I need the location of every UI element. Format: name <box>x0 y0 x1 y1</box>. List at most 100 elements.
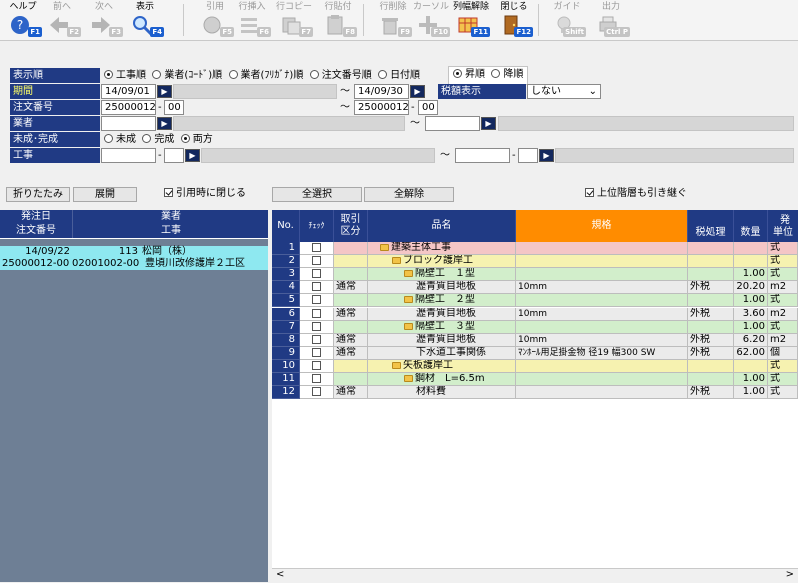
row-checkbox[interactable] <box>312 308 321 318</box>
order-list-row-1a[interactable]: 14/09/22 113 松岡（株） <box>0 246 268 258</box>
status-option-complete[interactable]: 完成 <box>142 134 174 145</box>
sort-option-vendor-kana[interactable]: 業者(ﾌﾘｶﾞﾅ)順 <box>228 70 303 81</box>
row-qty: 20.20 <box>734 281 768 295</box>
grid-row[interactable]: 12 通常 材料費 外税 1.00 式 <box>272 386 798 400</box>
scroll-right-arrow[interactable]: > <box>786 569 794 580</box>
col-order-partial: 発 <box>780 215 790 226</box>
project-to-main-input[interactable] <box>455 148 510 163</box>
toolbar-button-f12[interactable]: 閉じる F12 <box>495 1 533 39</box>
row-checkbox[interactable] <box>312 256 321 266</box>
toolbar-button-f1[interactable]: ヘルプ? F1 <box>4 1 42 39</box>
project-from-main-input[interactable] <box>101 148 156 163</box>
grid-row[interactable]: 2 ブロック護岸工 式 <box>272 255 798 269</box>
project-to-sub-input[interactable] <box>518 148 538 163</box>
toolbar-button-f5[interactable]: 引用 F5 <box>196 1 234 39</box>
select-all-button[interactable]: 全選択 <box>272 187 362 202</box>
close-on-quote-checkbox[interactable]: 引用時に閉じる <box>164 186 246 201</box>
toolbar-button-ctrl-p[interactable]: 出力 Ctrl P <box>592 1 630 39</box>
vendor-to-input[interactable] <box>425 116 480 131</box>
toolbar-button-shift[interactable]: ガイド Shift <box>548 1 586 39</box>
order-to-sub-input[interactable]: 00 <box>418 100 438 115</box>
vendor-to-picker-button[interactable]: ▶ <box>481 117 496 130</box>
order-number-label: 注文番号 <box>10 100 100 115</box>
tax-display-select[interactable]: しない ⌄ <box>527 84 601 99</box>
toolbar-button-label: 出力 <box>601 2 620 12</box>
col-tax: 税処理 <box>688 210 734 242</box>
grid-row[interactable]: 6 通常 瀝青質目地板 10mm 外税 3.60 m2 <box>272 307 798 321</box>
toolbar-button-f7[interactable]: 行コピー F7 <box>275 1 313 39</box>
row-unit: 式 <box>768 255 798 269</box>
row-tax: 外税 <box>688 307 734 321</box>
toolbar-button-f2[interactable]: 前へ F2 <box>43 1 81 39</box>
project-from-name <box>201 148 435 163</box>
row-spec <box>516 242 688 255</box>
col-spec: 規格 <box>516 210 688 242</box>
period-from-input[interactable]: 14/09/01 <box>101 84 156 99</box>
status-option-incomplete[interactable]: 未成 <box>104 134 136 145</box>
row-unit: 式 <box>768 386 798 400</box>
grid-row[interactable]: 8 通常 瀝青質目地板 10mm 外税 6.20 m2 <box>272 333 798 347</box>
row-checkbox[interactable] <box>312 269 321 279</box>
grid-row[interactable]: 5 隔壁工 ２型 1.00 式 <box>272 294 798 308</box>
row-unit: m2 <box>768 307 798 321</box>
row-checkbox[interactable] <box>312 334 321 344</box>
period-to-picker-button[interactable]: ▶ <box>410 85 425 98</box>
sort-option-order-no[interactable]: 注文番号順 <box>309 70 372 81</box>
order-from-main-input[interactable]: 25000012 <box>101 100 156 115</box>
project-to-picker-button[interactable]: ▶ <box>539 149 554 162</box>
period-from-picker-button[interactable]: ▶ <box>157 85 172 98</box>
toolbar-button-f4[interactable]: 表示 F4 <box>126 1 164 39</box>
col-unit-label: 単位 <box>773 227 793 238</box>
row-check-cell <box>300 307 334 321</box>
grid-row[interactable]: 4 通常 瀝青質目地板 10mm 外税 20.20 m2 <box>272 281 798 295</box>
grid-row[interactable]: 10 矢板護岸工 式 <box>272 359 798 373</box>
row-check-cell <box>300 320 334 334</box>
expand-button[interactable]: 展開 <box>73 187 137 202</box>
toolbar-button-f3[interactable]: 次へ F3 <box>85 1 123 39</box>
order-to-main-input[interactable]: 25000012 <box>354 100 409 115</box>
order-list-row-1b[interactable]: 25000012-00 02001002-00 豊頃川改修護岸２工区 <box>0 258 268 270</box>
order-from-sub-input[interactable]: 00 <box>164 100 184 115</box>
toolbar-button-f8[interactable]: 行貼付 F8 <box>319 1 357 39</box>
toolbar-button-f10[interactable]: カーソル F10 <box>412 1 450 39</box>
deselect-all-button[interactable]: 全解除 <box>364 187 454 202</box>
row-check-cell <box>300 333 334 347</box>
row-checkbox[interactable] <box>312 282 321 292</box>
sort-option-project[interactable]: 工事順 <box>104 70 146 81</box>
scroll-left-arrow[interactable]: < <box>276 569 284 580</box>
fold-button[interactable]: 折りたたみ <box>6 187 70 202</box>
grid-row[interactable]: 3 隔壁工 １型 1.00 式 <box>272 268 798 282</box>
row-checkbox[interactable] <box>312 374 321 383</box>
vendor-from-picker-button[interactable]: ▶ <box>157 117 172 130</box>
row-checkbox[interactable] <box>312 243 321 252</box>
grid-row[interactable]: 11 鋼材 L=6.5m 1.00 式 <box>272 373 798 386</box>
project-from-sub-input[interactable] <box>164 148 184 163</box>
row-checkbox[interactable] <box>312 347 321 357</box>
row-number: 1 <box>272 242 300 255</box>
horizontal-scrollbar[interactable]: < > <box>272 568 798 583</box>
function-key-badge: Ctrl P <box>604 27 630 37</box>
toolbar-button-f11[interactable]: 列幅解除 F11 <box>452 1 490 39</box>
toolbar-button-f6[interactable]: 行挿入 F6 <box>233 1 271 39</box>
sort-option-date[interactable]: 日付順 <box>378 70 420 81</box>
row-check-cell <box>300 294 334 308</box>
grid-row[interactable]: 9 通常 下水道工事関係 ﾏﾝﾎｰﾙ用足掛金物 径19 幅300 SW 外税 62.00 個 <box>272 346 798 360</box>
vendor-from-input[interactable] <box>101 116 156 131</box>
row-number: 5 <box>272 294 300 308</box>
order-option-desc[interactable]: 降順 <box>491 69 523 80</box>
function-key-badge: F10 <box>431 27 450 37</box>
row-checkbox[interactable] <box>312 295 321 305</box>
order-option-asc[interactable]: 昇順 <box>453 69 485 80</box>
row-checkbox[interactable] <box>312 321 321 331</box>
grid-row[interactable]: 7 隔壁工 ３型 1.00 式 <box>272 320 798 334</box>
row-checkbox[interactable] <box>312 360 321 370</box>
inherit-upper-checkbox[interactable]: 上位階層も引き継ぐ <box>585 186 687 201</box>
row-checkbox[interactable] <box>312 387 321 397</box>
status-option-both[interactable]: 両方 <box>180 134 213 145</box>
period-to-input[interactable]: 14/09/30 <box>354 84 409 99</box>
function-key-badge: F12 <box>514 27 533 37</box>
sort-option-vendor-code[interactable]: 業者(ｺｰﾄﾞ)順 <box>152 70 222 81</box>
grid-row[interactable]: 1 建築主体工事 式 <box>272 242 798 255</box>
toolbar-button-f9[interactable]: 行削除 F9 <box>374 1 412 39</box>
project-from-picker-button[interactable]: ▶ <box>185 149 200 162</box>
